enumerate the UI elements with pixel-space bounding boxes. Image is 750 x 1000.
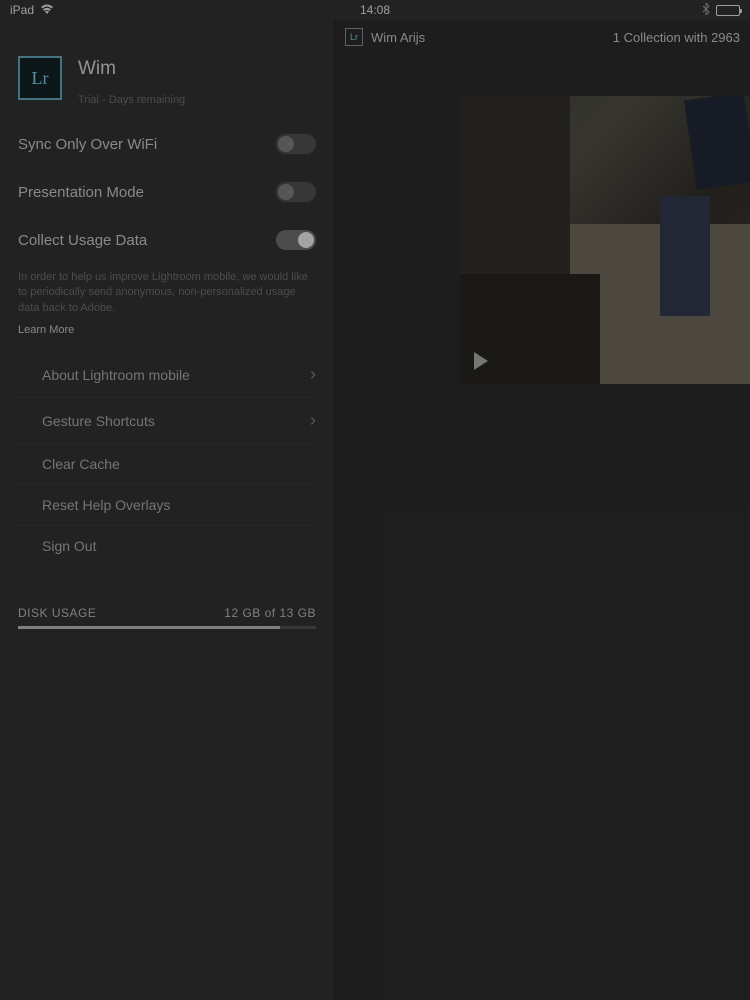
- menu-reset-overlays[interactable]: Reset Help Overlays: [18, 485, 316, 526]
- profile-section: Lr Wim Trial - Days remaining: [18, 20, 316, 120]
- device-label: iPad: [10, 3, 34, 17]
- disk-usage-section: DISK USAGE 12 GB of 13 GB: [18, 566, 316, 629]
- disk-progress-fill: [18, 626, 280, 629]
- chevron-right-icon: ›: [310, 410, 316, 431]
- main-user: Wim Arijs: [371, 30, 425, 45]
- usage-info-text: In order to help us improve Lightroom mo…: [18, 264, 316, 320]
- menu-label: Reset Help Overlays: [42, 497, 170, 513]
- menu-clear-cache[interactable]: Clear Cache: [18, 444, 316, 485]
- battery-icon: [716, 5, 740, 16]
- play-icon: [474, 352, 488, 370]
- setting-usage-data: Collect Usage Data: [18, 216, 316, 264]
- disk-value: 12 GB of 13 GB: [224, 606, 316, 620]
- menu-label: Sign Out: [42, 538, 96, 554]
- menu-list: About Lightroom mobile › Gesture Shortcu…: [18, 346, 316, 566]
- setting-sync-wifi: Sync Only Over WiFi: [18, 120, 316, 168]
- chevron-right-icon: ›: [310, 364, 316, 385]
- trial-status: Trial - Days remaining: [78, 94, 185, 106]
- collection-count: 1 Collection with 2963: [613, 30, 740, 45]
- settings-sidebar: Lr Wim Trial - Days remaining Sync Only …: [0, 20, 335, 1000]
- menu-about[interactable]: About Lightroom mobile ›: [18, 352, 316, 398]
- setting-label: Presentation Mode: [18, 184, 144, 201]
- menu-gestures[interactable]: Gesture Shortcuts ›: [18, 398, 316, 444]
- disk-title: DISK USAGE: [18, 606, 96, 620]
- main-panel: Lr Wim Arijs 1 Collection with 2963: [335, 20, 750, 1000]
- toggle-presentation[interactable]: [276, 182, 316, 202]
- lightroom-logo: Lr: [18, 56, 62, 100]
- main-header: Lr Wim Arijs 1 Collection with 2963: [335, 20, 750, 48]
- profile-name: Wim: [78, 58, 185, 80]
- setting-label: Collect Usage Data: [18, 232, 147, 249]
- menu-label: About Lightroom mobile: [42, 367, 190, 383]
- learn-more-link[interactable]: Learn More: [18, 324, 74, 346]
- lightroom-logo-small: Lr: [345, 28, 363, 46]
- menu-label: Clear Cache: [42, 456, 120, 472]
- toggle-sync-wifi[interactable]: [276, 134, 316, 154]
- setting-presentation: Presentation Mode: [18, 168, 316, 216]
- disk-progress-bar: [18, 626, 316, 629]
- status-bar: iPad 14:08: [0, 0, 750, 20]
- wifi-icon: [40, 3, 54, 17]
- menu-label: Gesture Shortcuts: [42, 413, 155, 429]
- setting-label: Sync Only Over WiFi: [18, 136, 157, 153]
- bluetooth-icon: [702, 3, 710, 18]
- collection-thumbnail[interactable]: [460, 96, 750, 384]
- clock: 14:08: [360, 3, 390, 17]
- menu-sign-out[interactable]: Sign Out: [18, 526, 316, 566]
- toggle-usage-data[interactable]: [276, 230, 316, 250]
